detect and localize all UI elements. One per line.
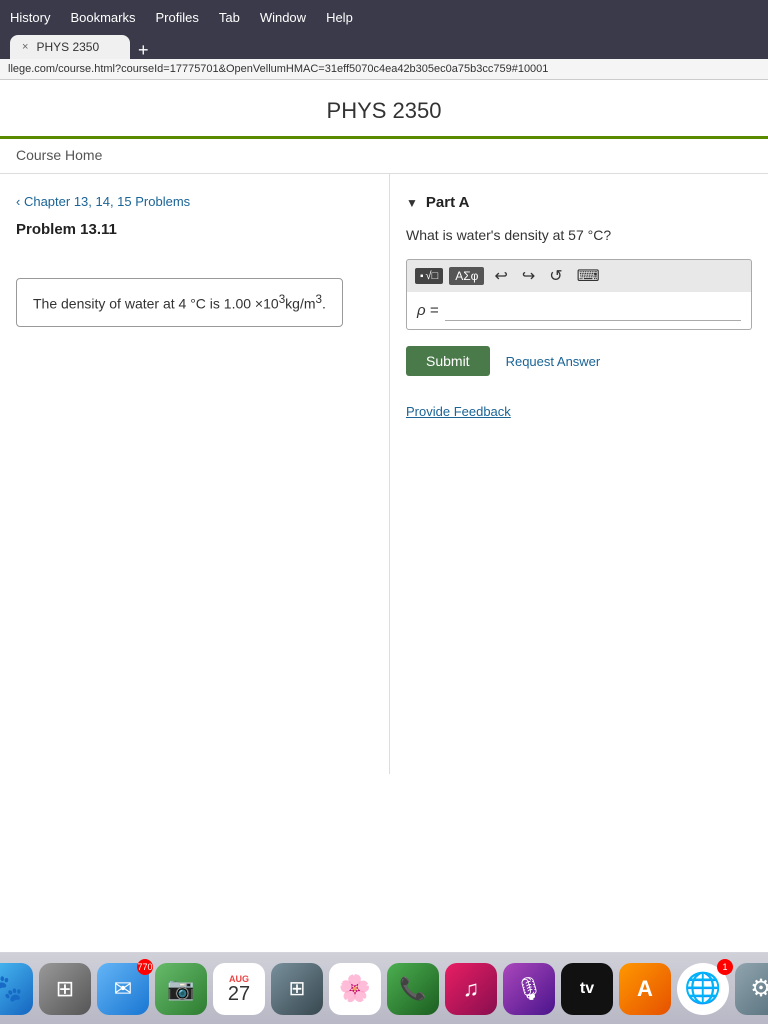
breadcrumb[interactable]: Chapter 13, 14, 15 Problems: [16, 194, 373, 209]
page-title: PHYS 2350: [0, 98, 768, 124]
input-toolbar: ▪ √□ ΑΣφ ↩ ↪ ↺ ⌨: [406, 259, 752, 292]
dock-apps[interactable]: ⊞: [271, 963, 323, 1015]
dock-chrome-badge: 1: [717, 959, 733, 975]
dock-finder[interactable]: 🐾: [0, 963, 33, 1015]
question-text: What is water's density at 57 °C?: [406, 227, 752, 243]
dock-appletv[interactable]: tv: [561, 963, 613, 1015]
problem-units: kg/m: [285, 296, 315, 312]
refresh-button[interactable]: ↺: [545, 264, 566, 288]
url-bar[interactable]: llege.com/course.html?courseId=17775701&…: [0, 59, 768, 80]
dock-calendar[interactable]: AUG 27: [213, 963, 265, 1015]
rho-label: ρ =: [417, 302, 439, 319]
menu-history[interactable]: History: [10, 10, 50, 25]
menu-tab[interactable]: Tab: [219, 10, 240, 25]
active-tab[interactable]: × PHYS 2350: [10, 35, 130, 59]
tab-title: PHYS 2350: [36, 40, 99, 54]
macos-dock: 🐾 ⊞ ✉ 770 📷 AUG 27 ⊞ 🌸 📞 ♫ 🎙 tv A 🌐 1 ⚙: [0, 952, 768, 1024]
problem-period: .: [322, 296, 326, 312]
dock-chrome[interactable]: 🌐 1: [677, 963, 729, 1015]
answer-row: ρ =: [406, 292, 752, 330]
course-home-link[interactable]: Course Home: [16, 147, 102, 163]
dock-podcast[interactable]: 🎙: [503, 963, 555, 1015]
dock-mail-badge: 770: [137, 959, 153, 975]
dock-mail[interactable]: ✉ 770: [97, 963, 149, 1015]
page-header: PHYS 2350: [0, 80, 768, 139]
request-answer-link[interactable]: Request Answer: [506, 354, 601, 369]
problem-text: The density of water at 4 °C is 1.00 ×10: [33, 296, 279, 312]
provide-feedback-link[interactable]: Provide Feedback: [406, 404, 752, 419]
menu-bar: History Bookmarks Profiles Tab Window He…: [10, 6, 758, 31]
dock-facetime2[interactable]: 📞: [387, 963, 439, 1015]
menu-window[interactable]: Window: [260, 10, 306, 25]
part-toggle[interactable]: ▼: [406, 196, 418, 210]
dock-swift[interactable]: A: [619, 963, 671, 1015]
matrix-icon[interactable]: ▪ √□: [415, 268, 443, 284]
input-area: ▪ √□ ΑΣφ ↩ ↪ ↺ ⌨ ρ =: [406, 259, 752, 330]
menu-bookmarks[interactable]: Bookmarks: [70, 10, 135, 25]
right-panel: ▼ Part A What is water's density at 57 °…: [390, 174, 768, 774]
content-area: Chapter 13, 14, 15 Problems Problem 13.1…: [0, 174, 768, 774]
submit-button[interactable]: Submit: [406, 346, 490, 376]
redo-button[interactable]: ↪: [518, 264, 539, 288]
problem-box: The density of water at 4 °C is 1.00 ×10…: [16, 278, 343, 327]
new-tab-button[interactable]: +: [138, 41, 149, 59]
tab-close-button[interactable]: ×: [22, 41, 28, 53]
tab-bar: × PHYS 2350 +: [10, 35, 758, 59]
dock-launchpad[interactable]: ⊞: [39, 963, 91, 1015]
action-row: Submit Request Answer: [406, 346, 752, 376]
dock-day: 27: [228, 984, 250, 1004]
dock-music[interactable]: ♫: [445, 963, 497, 1015]
dock-settings[interactable]: ⚙: [735, 963, 768, 1015]
dock-facetime[interactable]: 📷: [155, 963, 207, 1015]
menu-profiles[interactable]: Profiles: [155, 10, 198, 25]
greek-button[interactable]: ΑΣφ: [449, 267, 484, 285]
answer-input[interactable]: [445, 300, 741, 321]
keyboard-button[interactable]: ⌨: [573, 264, 604, 288]
part-label: Part A: [426, 194, 470, 211]
browser-chrome: History Bookmarks Profiles Tab Window He…: [0, 0, 768, 59]
menu-help[interactable]: Help: [326, 10, 353, 25]
dock-photos[interactable]: 🌸: [329, 963, 381, 1015]
part-header: ▼ Part A: [406, 194, 752, 211]
undo-button[interactable]: ↩: [490, 264, 511, 288]
problem-label: Problem 13.11: [16, 221, 373, 238]
nav-bar: Course Home: [0, 139, 768, 174]
dock-month: AUG: [229, 974, 249, 984]
left-panel: Chapter 13, 14, 15 Problems Problem 13.1…: [0, 174, 390, 774]
